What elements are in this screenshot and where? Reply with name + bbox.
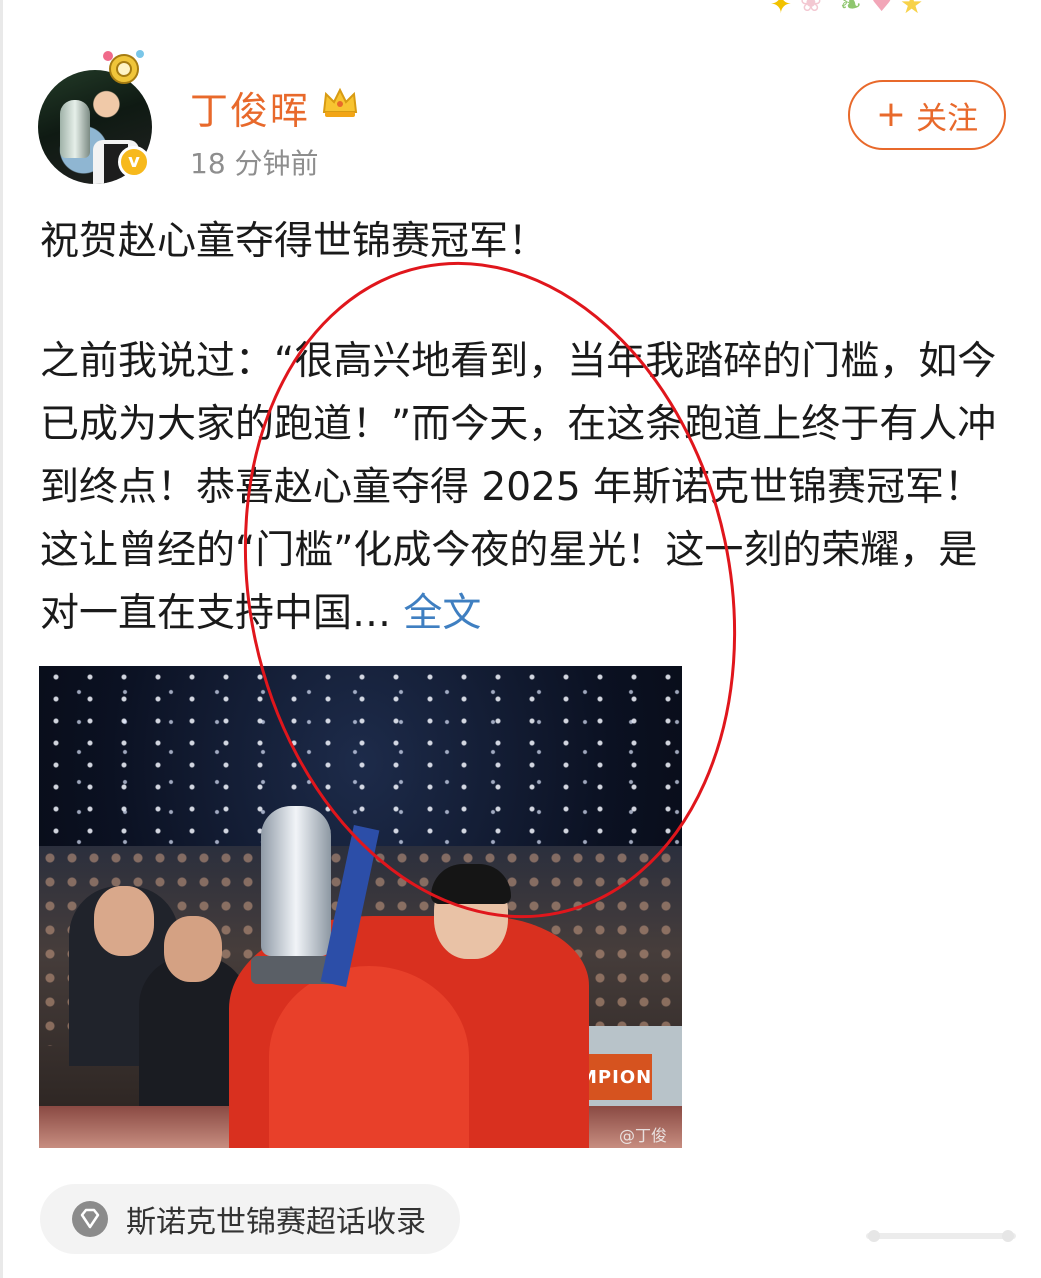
sparkle-icon: ✦ [770,0,792,20]
flag-fold [269,966,469,1148]
follow-label: 关注 [916,100,979,137]
flower-icon: ❀ [800,0,822,18]
spectator-2-head [164,916,222,982]
verified-icon: v [118,146,150,178]
post-image[interactable]: CHAMPION @丁俊晖 [39,666,682,1148]
home-indicator [866,1230,1016,1242]
topic-chip[interactable]: 斯诺克世锦赛超话收录 [40,1184,460,1254]
post-body-text: 之前我说过：“很高兴地看到，当年我踏碎的门槛，如今已成为大家的跑道！”而今天，在… [40,339,997,636]
leaf-icon: ❧ [840,0,862,20]
author-name[interactable]: 丁俊晖 [190,80,310,135]
post-title-line: 祝贺赵心童夺得世锦赛冠军！ [40,219,548,264]
follow-button[interactable]: + 关注 [848,80,1006,150]
star-icon: ★ [900,0,924,20]
top-decoration: ✦ ❀ ❧ ♥ ★ [760,0,960,32]
avatar-trophy [60,100,90,158]
heart-icon: ♥ [870,0,894,18]
trophy [261,806,331,956]
topic-diamond-icon [72,1201,108,1237]
avatar-sticker-icon [103,50,144,84]
left-edge [0,0,3,1278]
spectator-head [94,886,154,956]
topic-label: 斯诺克世锦赛超话收录 [126,1205,426,1240]
crown-icon [322,87,358,117]
post-timestamp: 18 分钟前 [190,147,319,180]
image-watermark: @丁俊晖 [619,1126,668,1145]
post-body: 之前我说过：“很高兴地看到，当年我踏碎的门槛，如今已成为大家的跑道！”而今天，在… [40,330,1010,645]
read-more-link[interactable]: 全文 [403,591,481,636]
plus-icon: + [875,94,907,135]
